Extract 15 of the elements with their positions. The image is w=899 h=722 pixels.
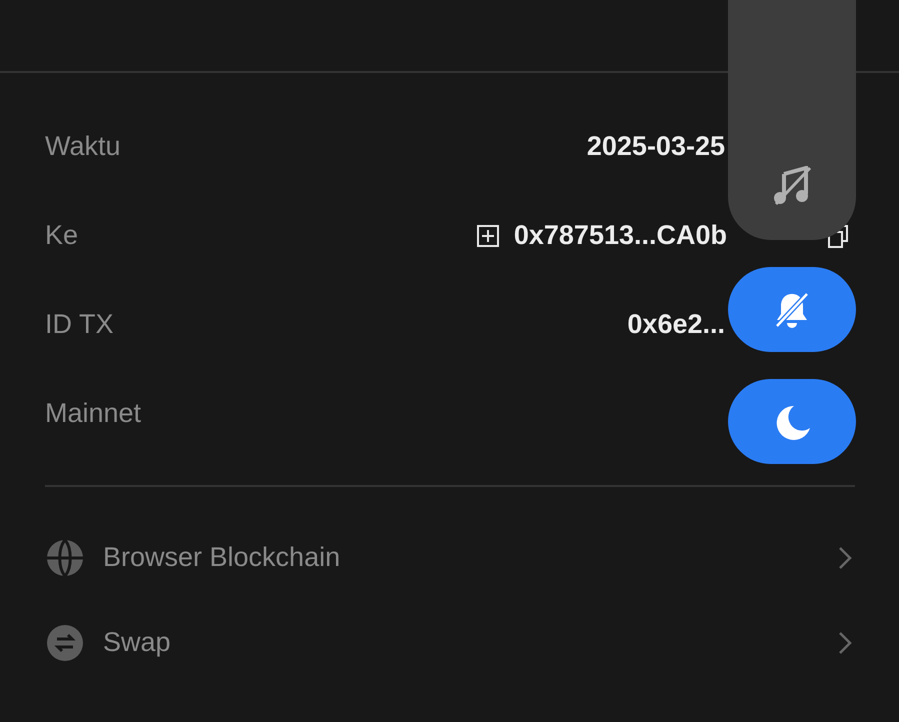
field-value: 0x6e2... (627, 309, 725, 340)
music-off-button[interactable] (728, 0, 856, 240)
field-label: Waktu (45, 131, 121, 162)
field-label: Ke (45, 220, 78, 251)
music-off-icon (772, 166, 812, 206)
chevron-icon (838, 630, 852, 654)
field-value: 2025-03-25 (586, 131, 725, 162)
menu-item[interactable]: Swap (47, 600, 855, 685)
swap-icon (47, 624, 83, 660)
field-label: ID TX (45, 309, 114, 340)
chevron-icon (838, 546, 852, 570)
globe-icon (47, 540, 83, 576)
menu-item[interactable]: Browser Blockchain (47, 515, 855, 600)
address-value: 0x787513...CA0b (514, 220, 727, 251)
field-label: Mainnet (45, 398, 142, 429)
